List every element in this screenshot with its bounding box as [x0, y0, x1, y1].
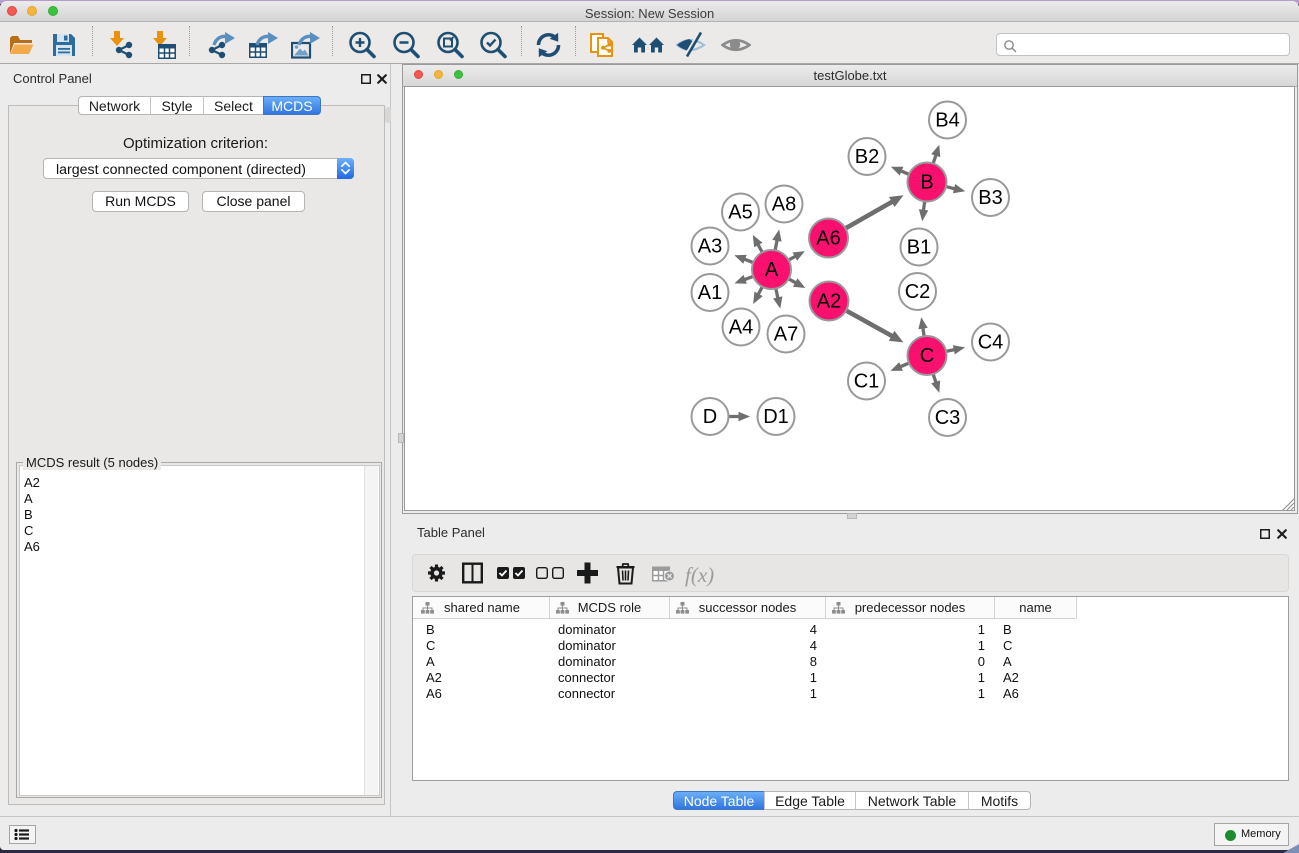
svg-text:D: D [703, 406, 717, 428]
svg-text:A5: A5 [728, 202, 752, 224]
svg-text:B4: B4 [935, 110, 959, 132]
svg-text:B3: B3 [978, 187, 1002, 209]
svg-text:B: B [920, 172, 933, 194]
svg-text:C1: C1 [854, 371, 880, 393]
svg-text:B2: B2 [855, 146, 879, 168]
svg-text:A4: A4 [729, 317, 753, 339]
svg-text:C3: C3 [935, 407, 961, 429]
svg-text:A3: A3 [698, 236, 722, 258]
svg-text:D1: D1 [763, 406, 789, 428]
svg-text:A8: A8 [772, 194, 796, 216]
svg-text:C2: C2 [905, 281, 931, 303]
svg-text:A2: A2 [817, 291, 841, 313]
svg-text:C4: C4 [978, 332, 1004, 354]
svg-text:A6: A6 [816, 228, 840, 250]
svg-text:A: A [765, 259, 779, 281]
svg-text:A1: A1 [698, 282, 722, 304]
svg-text:B1: B1 [907, 237, 931, 259]
svg-text:A7: A7 [774, 324, 798, 346]
svg-text:C: C [920, 345, 934, 367]
